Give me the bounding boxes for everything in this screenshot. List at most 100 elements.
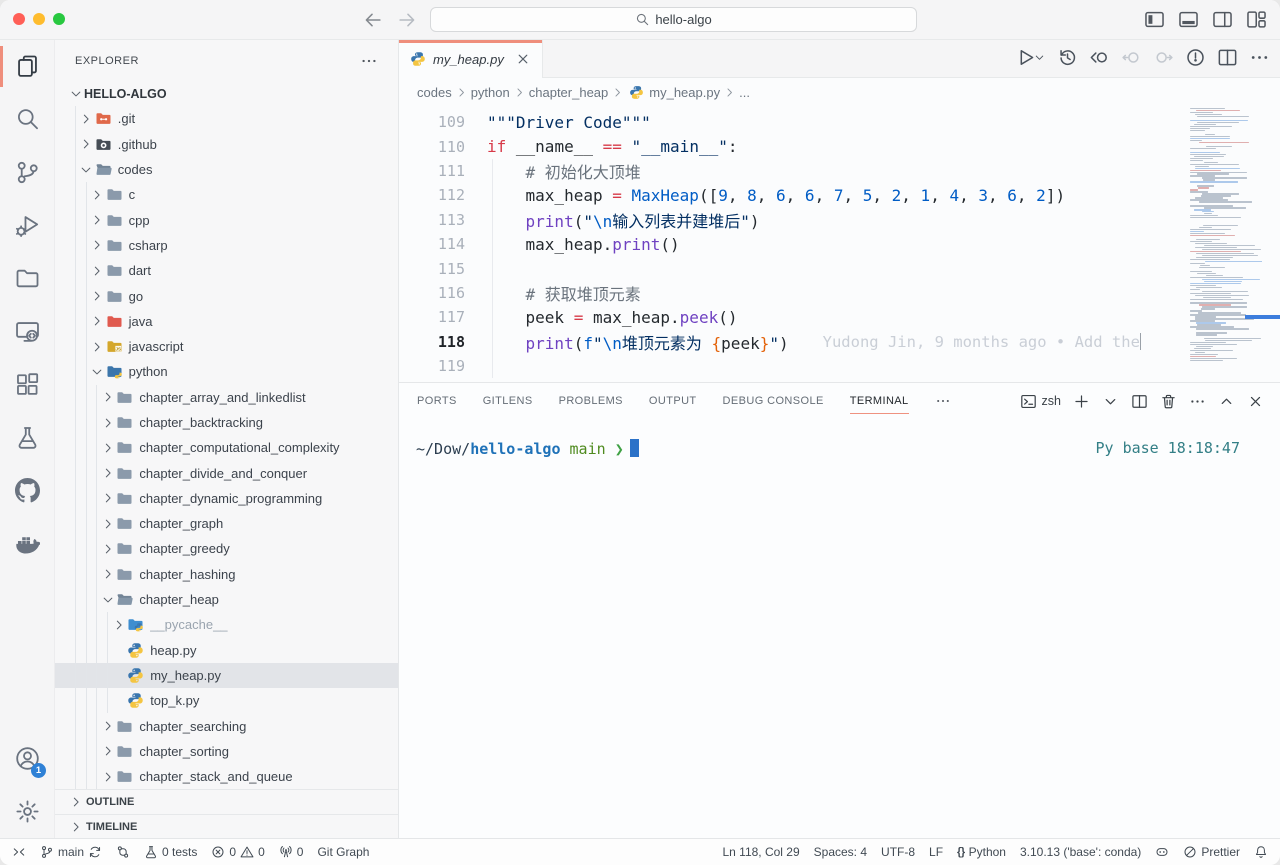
panel-tab-debug-console[interactable]: DEBUG CONSOLE xyxy=(723,383,824,419)
forward-icon[interactable] xyxy=(396,9,418,31)
tree-item-codes[interactable]: codes xyxy=(55,157,398,182)
activity-item-docker[interactable] xyxy=(0,517,55,570)
status-branch-status[interactable]: main xyxy=(40,845,102,859)
activity-item-accounts[interactable]: 1 xyxy=(0,732,55,785)
folder-icon xyxy=(116,540,133,557)
activity-item-project-folder[interactable] xyxy=(0,252,55,305)
status-problems[interactable]: 00 xyxy=(211,845,264,859)
tree-item-c[interactable]: c xyxy=(55,182,398,207)
new-terminal-button[interactable] xyxy=(1073,393,1090,410)
status-encoding[interactable]: UTF-8 xyxy=(881,845,915,859)
activity-item-remote-explorer[interactable] xyxy=(0,305,55,358)
more-actions-button[interactable] xyxy=(1189,393,1206,410)
launch-profile-button[interactable] xyxy=(1102,393,1119,410)
status-indentation[interactable]: Spaces: 4 xyxy=(814,845,867,859)
status-copilot[interactable] xyxy=(1155,845,1169,859)
panel-tab-problems[interactable]: PROBLEMS xyxy=(559,383,623,419)
tree-item--github[interactable]: .github xyxy=(55,132,398,157)
git-graph-view-button[interactable] xyxy=(1185,47,1206,68)
activity-item-testing[interactable] xyxy=(0,411,55,464)
panel-tabs-more-icon[interactable] xyxy=(935,393,951,409)
code-editor[interactable]: 109"""Driver Code"""110if __name__ == "_… xyxy=(399,106,1280,382)
tree-item-chapter-stack-and-queue[interactable]: chapter_stack_and_queue xyxy=(55,764,398,789)
section-label: TIMELINE xyxy=(86,821,137,833)
open-changes-button[interactable] xyxy=(1089,47,1110,68)
sidebar-section-outline[interactable]: OUTLINE xyxy=(55,789,398,814)
status-eol-sequence[interactable]: LF xyxy=(929,845,943,859)
tree-item-java[interactable]: java xyxy=(55,309,398,334)
breadcrumb-item[interactable]: ... xyxy=(739,85,750,100)
tree-item-chapter-array-and-linkedlist[interactable]: chapter_array_and_linkedlist xyxy=(55,385,398,410)
tree-item-csharp[interactable]: csharp xyxy=(55,233,398,258)
tree-item-chapter-hashing[interactable]: chapter_hashing xyxy=(55,562,398,587)
tree-root-hello-algo[interactable]: HELLO-ALGO xyxy=(55,81,398,106)
status-notifications[interactable] xyxy=(1254,845,1268,859)
status-remote-indicator[interactable] xyxy=(12,845,26,859)
tab-my-heap[interactable]: my_heap.py xyxy=(399,40,543,78)
close-tab-icon[interactable] xyxy=(515,51,531,67)
previous-change-button[interactable] xyxy=(1121,47,1142,68)
panel-bottom-toggle-icon[interactable] xyxy=(1178,9,1199,30)
terminal[interactable]: ~/Dow/hello-algo main ❯ Py base 18:18:47 xyxy=(399,419,1280,458)
tree-item-go[interactable]: go xyxy=(55,283,398,308)
status-language-mode[interactable]: {}Python xyxy=(957,845,1006,859)
layout-toggle-icon[interactable] xyxy=(1246,9,1267,30)
status-test-status[interactable]: 0 tests xyxy=(144,845,197,859)
tree-item-python[interactable]: python xyxy=(55,359,398,384)
minimap[interactable] xyxy=(1190,106,1262,378)
explorer-more-actions-icon[interactable] xyxy=(360,52,378,70)
status-python-interpreter[interactable]: 3.10.13 ('base': conda) xyxy=(1020,845,1141,859)
tree-item-chapter-dynamic-programming[interactable]: chapter_dynamic_programming xyxy=(55,486,398,511)
activity-item-extensions[interactable] xyxy=(0,358,55,411)
status-formatter[interactable]: Prettier xyxy=(1183,845,1240,859)
command-center-search[interactable]: hello-algo xyxy=(430,7,917,32)
activity-item-github[interactable] xyxy=(0,464,55,517)
panel-tab-ports[interactable]: PORTS xyxy=(417,383,457,419)
status-git-graph[interactable]: Git Graph xyxy=(317,845,369,859)
status-gitlens-compare[interactable] xyxy=(116,845,130,859)
tree-item-javascript[interactable]: JSjavascript xyxy=(55,334,398,359)
activity-item-run-and-debug[interactable] xyxy=(0,199,55,252)
tree-item-chapter-sorting[interactable]: chapter_sorting xyxy=(55,739,398,764)
minimize-window-button[interactable] xyxy=(33,13,45,25)
breadcrumb-item[interactable]: chapter_heap xyxy=(529,85,609,100)
next-change-button[interactable] xyxy=(1153,47,1174,68)
tree-item-chapter-heap[interactable]: chapter_heap xyxy=(55,587,398,612)
tree-item-cpp[interactable]: cpp xyxy=(55,207,398,232)
tree-item-chapter-computational-complexity[interactable]: chapter_computational_complexity xyxy=(55,435,398,460)
back-icon[interactable] xyxy=(362,9,384,31)
breadcrumb-item[interactable]: my_heap.py xyxy=(649,85,720,100)
activity-item-source-control[interactable] xyxy=(0,146,55,199)
tree-item-chapter-greedy[interactable]: chapter_greedy xyxy=(55,536,398,561)
split-terminal-button[interactable] xyxy=(1131,393,1148,410)
timeline-history-button[interactable] xyxy=(1057,47,1078,68)
status-forwarded-ports[interactable]: 0 xyxy=(279,845,304,859)
activity-item-explorer[interactable] xyxy=(0,40,55,93)
kill-terminal-button[interactable] xyxy=(1160,393,1177,410)
run-file-button[interactable] xyxy=(1015,47,1046,68)
zoom-window-button[interactable] xyxy=(53,13,65,25)
panel-tab-output[interactable]: OUTPUT xyxy=(649,383,697,419)
tree-item-dart[interactable]: dart xyxy=(55,258,398,283)
maximize-panel-button[interactable] xyxy=(1218,393,1235,410)
status-cursor-position[interactable]: Ln 118, Col 29 xyxy=(722,845,799,859)
tree-item-chapter-graph[interactable]: chapter_graph xyxy=(55,511,398,536)
tree-item-chapter-searching[interactable]: chapter_searching xyxy=(55,713,398,738)
tree-item-chapter-divide-and-conquer[interactable]: chapter_divide_and_conquer xyxy=(55,460,398,485)
split-editor-button[interactable] xyxy=(1217,47,1238,68)
panel-left-toggle-icon[interactable] xyxy=(1144,9,1165,30)
breadcrumb-item[interactable]: python xyxy=(471,85,510,100)
close-window-button[interactable] xyxy=(13,13,25,25)
panel-right-toggle-icon[interactable] xyxy=(1212,9,1233,30)
sidebar-section-timeline[interactable]: TIMELINE xyxy=(55,814,398,838)
activity-item-settings[interactable] xyxy=(0,785,55,838)
panel-tab-gitlens[interactable]: GITLENS xyxy=(483,383,533,419)
new-terminal-shell-button[interactable]: zsh xyxy=(1020,393,1061,410)
breadcrumb-item[interactable]: codes xyxy=(417,85,452,100)
tree-item--git[interactable]: .git xyxy=(55,106,398,131)
more-actions-button[interactable] xyxy=(1249,47,1270,68)
tree-item-chapter-backtracking[interactable]: chapter_backtracking xyxy=(55,410,398,435)
panel-tab-terminal[interactable]: TERMINAL xyxy=(850,383,909,419)
close-panel-button[interactable] xyxy=(1247,393,1264,410)
activity-item-search[interactable] xyxy=(0,93,55,146)
